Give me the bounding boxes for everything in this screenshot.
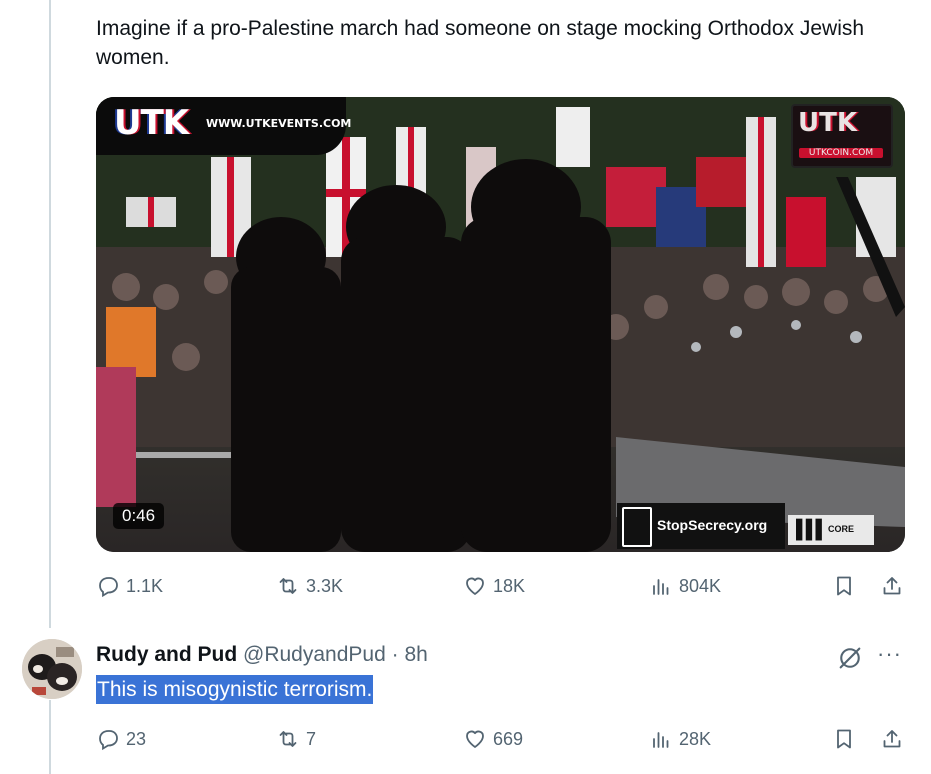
share-icon xyxy=(883,577,901,595)
core-bars-icon: ▌▌▌ xyxy=(796,519,828,539)
repost-icon xyxy=(279,731,297,747)
bookmark-icon xyxy=(837,576,851,596)
views-button[interactable]: 804K xyxy=(649,574,721,598)
like-count: 669 xyxy=(493,728,524,749)
thread-line-reply xyxy=(49,700,51,774)
video-player[interactable]: UTK WWW.UTKEVENTS.COM UTK UTKCOIN.COM St… xyxy=(96,97,905,552)
display-name[interactable]: Rudy and Pud xyxy=(96,643,237,666)
bookmark-button[interactable] xyxy=(832,574,856,603)
thread-line xyxy=(49,0,51,628)
repost-count: 7 xyxy=(306,728,317,749)
repost-count: 3.3K xyxy=(306,575,344,596)
post-text: Imagine if a pro-Palestine march had som… xyxy=(96,17,865,69)
reply-icon xyxy=(99,730,118,751)
reply-count: 1.1K xyxy=(126,575,164,596)
core-badge: ▌▌▌ CORE xyxy=(788,515,874,545)
separator-dot: · xyxy=(391,643,399,666)
like-icon xyxy=(466,577,484,595)
repost-button[interactable]: 3.3K xyxy=(276,574,343,598)
share-button[interactable] xyxy=(880,574,904,603)
repost-icon xyxy=(279,578,297,594)
share-icon xyxy=(883,730,901,748)
views-button[interactable]: 28K xyxy=(649,727,711,751)
like-count: 18K xyxy=(493,575,526,596)
grok-icon xyxy=(839,647,861,669)
reply-icon xyxy=(99,577,118,598)
grok-button[interactable] xyxy=(836,644,864,677)
more-icon[interactable]: ··· xyxy=(877,641,902,667)
like-button[interactable]: 18K xyxy=(463,574,525,598)
utkcoin-logo: UTK xyxy=(798,108,857,138)
video-duration: 0:46 xyxy=(113,503,165,529)
like-icon xyxy=(466,730,484,748)
bookmark-icon xyxy=(837,729,851,749)
stopsecrecy-badge: StopSecrecy.org xyxy=(617,503,785,549)
reply-actions: 23 7 669 28K xyxy=(96,727,908,757)
share-button[interactable] xyxy=(880,727,904,756)
video-frame xyxy=(96,97,905,552)
post-actions: 1.1K 3.3K 18K 804K xyxy=(96,574,908,604)
like-button[interactable]: 669 xyxy=(463,727,523,751)
filing-cabinet-icon xyxy=(622,507,652,547)
stopsecrecy-text: StopSecrecy.org xyxy=(657,517,768,533)
reply-text: This is misogynistic terrorism. xyxy=(96,675,374,704)
utk-url: WWW.UTKEVENTS.COM xyxy=(206,117,352,130)
views-icon xyxy=(653,732,669,748)
utkcoin-watermark: UTK UTKCOIN.COM xyxy=(791,104,893,168)
timestamp[interactable]: 8h xyxy=(404,643,427,666)
avatar[interactable] xyxy=(22,639,82,699)
utk-watermark-left: UTK WWW.UTKEVENTS.COM xyxy=(96,97,351,155)
reply-header: Rudy and Pud @RudyandPud · 8h xyxy=(96,641,428,668)
views-count: 804K xyxy=(679,575,722,596)
views-count: 28K xyxy=(679,728,712,749)
repost-button[interactable]: 7 xyxy=(276,727,316,751)
utkcoin-url: UTKCOIN.COM xyxy=(799,148,883,158)
core-text: CORE xyxy=(828,524,855,534)
reply-button[interactable]: 23 xyxy=(96,727,146,751)
views-icon xyxy=(653,579,669,595)
user-handle[interactable]: @RudyandPud xyxy=(243,643,386,666)
avatar-image xyxy=(22,639,82,699)
reply-button[interactable]: 1.1K xyxy=(96,574,163,598)
reply-count: 23 xyxy=(126,728,147,749)
utk-logo: UTK xyxy=(114,103,189,143)
bookmark-button[interactable] xyxy=(832,727,856,756)
